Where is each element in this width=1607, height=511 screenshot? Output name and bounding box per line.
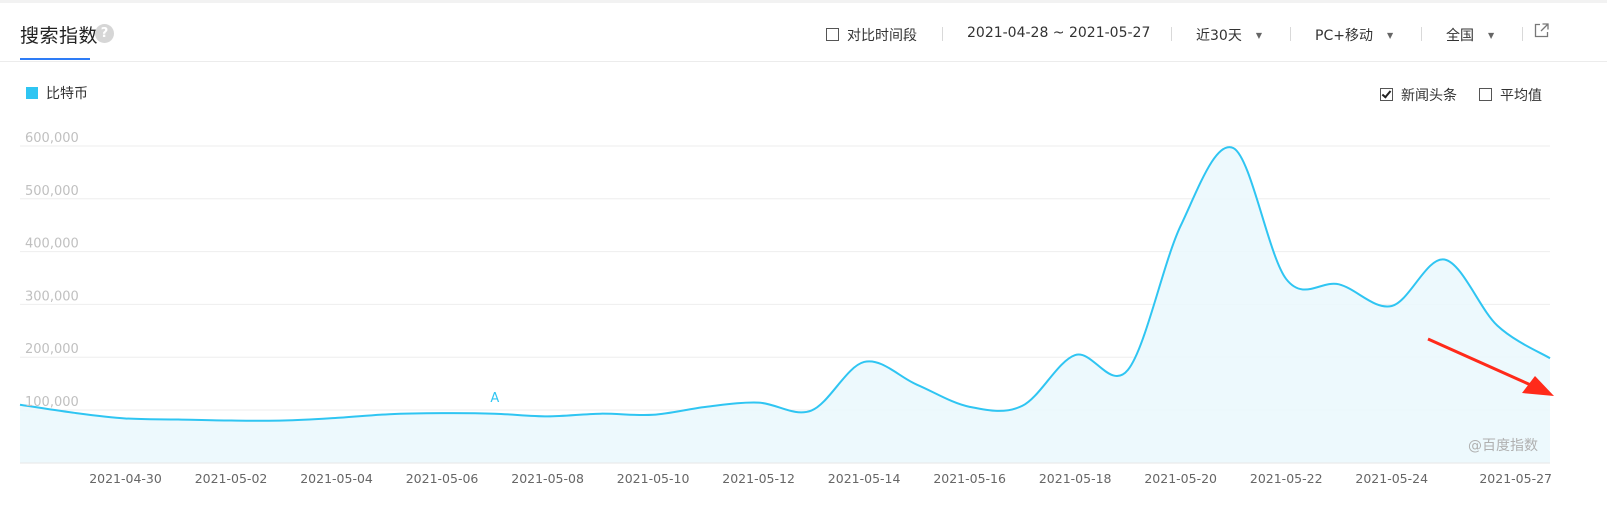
y-tick-label: 300,000	[25, 289, 79, 304]
y-tick-label: 600,000	[25, 131, 79, 146]
search-index-chart: 100,000 200,000 300,000 400,000 500,000 600,0…	[19, 131, 1554, 486]
x-tick-label: 2021-04-30	[89, 471, 162, 486]
x-tick-label: 2021-05-14	[828, 471, 901, 486]
x-tick-label: 2021-05-18	[1039, 471, 1112, 486]
y-tick-label: 200,000	[25, 342, 79, 357]
series-area-fill	[20, 147, 1550, 463]
x-tick-label: 2021-05-27	[1479, 471, 1552, 486]
x-tick-label: 2021-05-06	[406, 471, 479, 486]
x-tick-label: 2021-05-24	[1355, 471, 1428, 486]
x-tick-label: 2021-05-08	[511, 471, 584, 486]
x-tick-label: 2021-05-04	[300, 471, 373, 486]
y-tick-label: 400,000	[25, 237, 79, 252]
x-tick-label: 2021-05-16	[933, 471, 1006, 486]
x-tick-label: 2021-05-20	[1144, 471, 1217, 486]
x-tick-label: 2021-05-02	[195, 471, 268, 486]
news-annotation-marker[interactable]: A	[490, 391, 499, 406]
y-tick-label: 100,000	[25, 395, 79, 410]
x-tick-label: 2021-05-10	[617, 471, 690, 486]
y-tick-label: 500,000	[25, 184, 79, 199]
watermark: @百度指数	[1468, 438, 1538, 454]
x-tick-label: 2021-05-22	[1250, 471, 1323, 486]
x-tick-label: 2021-05-12	[722, 471, 795, 486]
